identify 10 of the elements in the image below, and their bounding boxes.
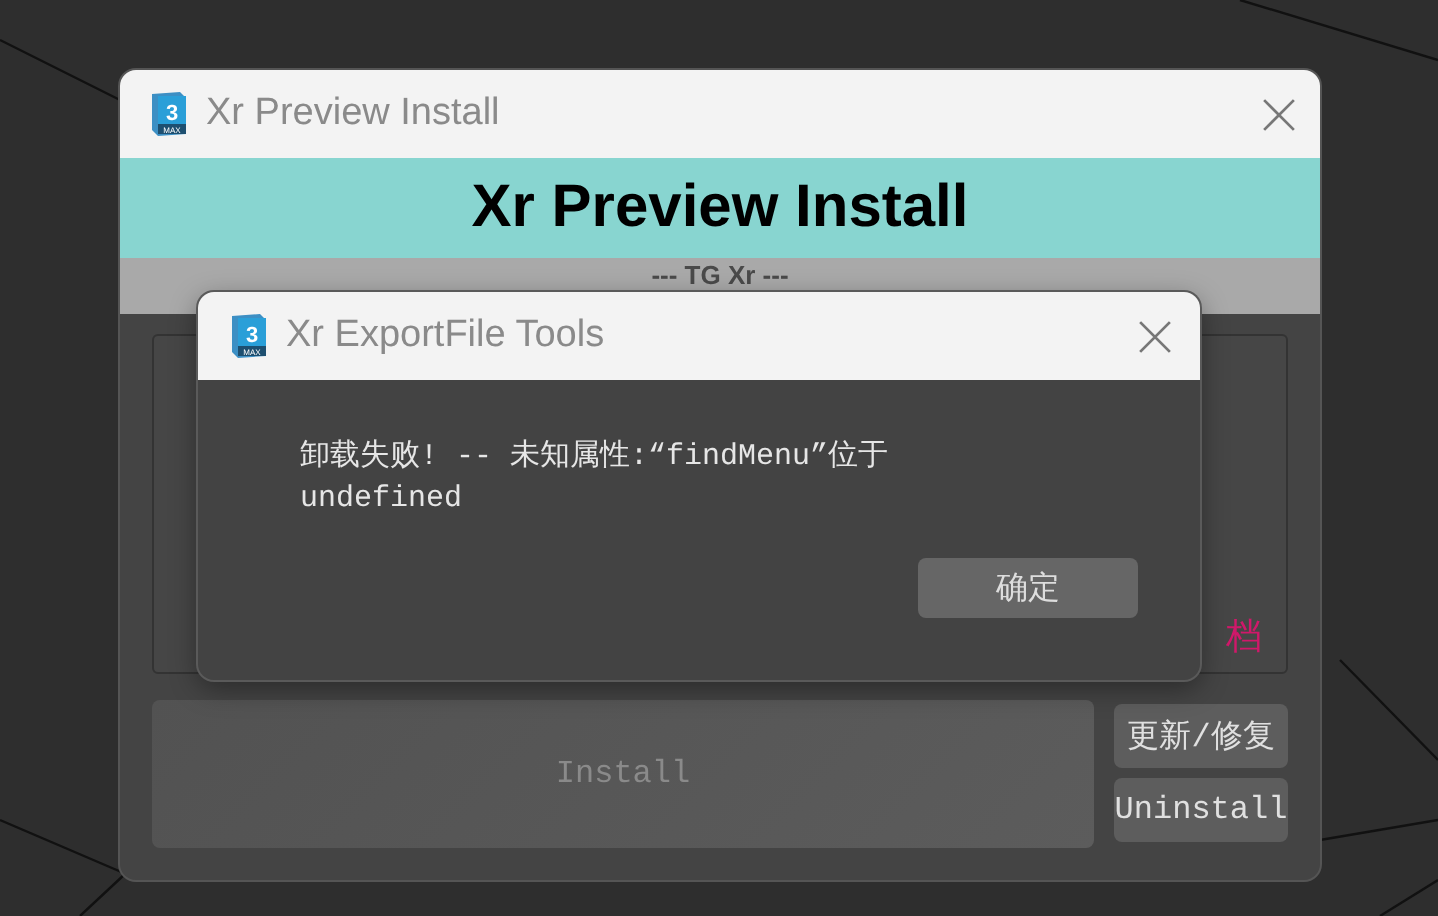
close-icon[interactable] (1138, 319, 1172, 353)
dialog-title: Xr ExportFile Tools (286, 314, 607, 358)
banner-title: Xr Preview Install (120, 158, 1320, 258)
ok-button[interactable]: 确定 (918, 558, 1138, 618)
window-title: Xr Preview Install (206, 92, 502, 136)
subtitle-text: --- TG Xr --- (651, 258, 789, 290)
error-message: 卸载失败! -- 未知属性:“findMenu”位于 undefined (300, 437, 891, 520)
side-button[interactable]: 更新/修复 (1114, 704, 1288, 768)
close-icon[interactable] (1262, 97, 1296, 131)
side-button[interactable]: Uninstall (1114, 778, 1288, 842)
